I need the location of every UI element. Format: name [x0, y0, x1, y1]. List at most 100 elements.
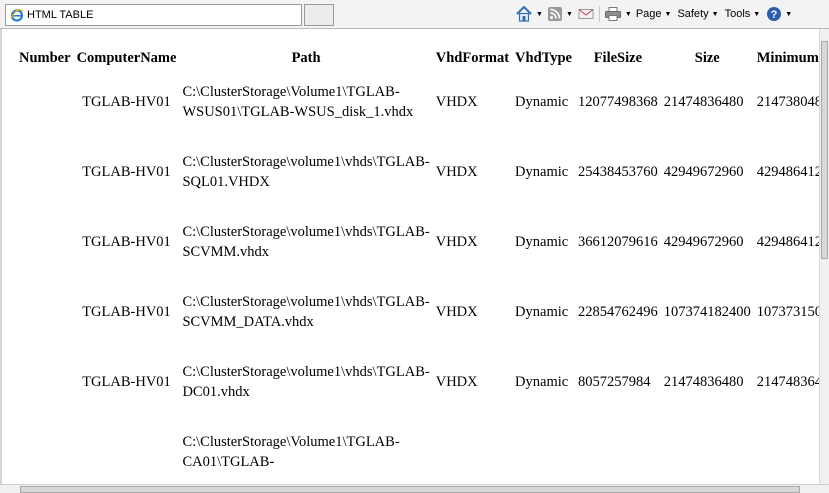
page-content: Number ComputerName Path VhdFormat VhdTy…	[0, 29, 819, 484]
tools-menu-label: Tools	[724, 8, 751, 20]
cell-minimum-size: 42948641280	[756, 233, 819, 250]
cell-number	[16, 67, 74, 137]
cell-file-size: 36612079616	[578, 233, 658, 250]
cell-file-size: 12077498368	[578, 93, 658, 110]
cell-minimum-size: 21473804800	[756, 93, 819, 110]
table-row: C:\ClusterStorage\Volume1\TGLAB-CA01\TGL…	[16, 417, 819, 484]
home-icon	[515, 5, 533, 23]
cell-computer-name: TGLAB-HV01	[82, 373, 171, 390]
print-button[interactable]: ▼	[604, 3, 636, 25]
table-row: TGLAB-HV01 C:\ClusterStorage\volume1\vhd…	[16, 347, 819, 417]
help-button[interactable]: ? ▼	[766, 3, 796, 25]
cell-minimum-size: 42948641280	[756, 163, 819, 180]
column-header-minimumsize: MinimumSize	[756, 49, 819, 66]
cell-computer-name: TGLAB-HV01	[82, 303, 171, 320]
cell-path: C:\ClusterStorage\volume1\vhds\TGLAB-SCV…	[182, 294, 430, 330]
page-menu[interactable]: Page ▼	[636, 3, 676, 25]
cell-computer-name	[74, 417, 180, 484]
print-icon	[604, 6, 622, 22]
feeds-button[interactable]: ▼	[547, 3, 577, 25]
read-mail-icon	[577, 6, 595, 22]
column-header-size: Size	[694, 49, 720, 66]
tab-title: HTML TABLE	[27, 9, 94, 21]
vhd-table: Number ComputerName Path VhdFormat VhdTy…	[16, 49, 819, 484]
cell-vhd-format: VHDX	[435, 233, 478, 250]
column-header-path: Path	[291, 49, 321, 66]
browser-tab[interactable]: HTML TABLE	[5, 4, 302, 26]
cell-vhd-type: Dynamic	[515, 163, 569, 180]
cell-computer-name: TGLAB-HV01	[82, 233, 171, 250]
cell-path: C:\ClusterStorage\volume1\vhds\TGLAB-DC0…	[182, 364, 430, 400]
cell-size: 21474836480	[663, 93, 744, 110]
cell-number	[16, 347, 74, 417]
home-button[interactable]: ▼	[515, 3, 547, 25]
cell-vhd-type: Dynamic	[515, 93, 569, 110]
table-row: TGLAB-HV01 C:\ClusterStorage\Volume1\TGL…	[16, 67, 819, 137]
column-header-filesize: FileSize	[593, 49, 643, 66]
cell-path: C:\ClusterStorage\Volume1\TGLAB-CA01\TGL…	[182, 434, 400, 470]
cell-path: C:\ClusterStorage\volume1\vhds\TGLAB-SCV…	[182, 224, 430, 260]
cell-path: C:\ClusterStorage\volume1\vhds\TGLAB-SQL…	[182, 154, 430, 190]
chevron-down-icon: ▼	[711, 10, 719, 18]
toolbar-divider	[598, 6, 600, 22]
cell-minimum-size: 21474836480	[756, 373, 819, 390]
cell-file-size: 8057257984	[578, 373, 651, 390]
chevron-down-icon[interactable]: ▼	[625, 11, 632, 18]
cell-vhd-format: VHDX	[435, 303, 478, 320]
cell-computer-name: TGLAB-HV01	[82, 93, 171, 110]
chevron-down-icon[interactable]: ▼	[785, 11, 792, 18]
cell-size	[661, 417, 754, 484]
column-header-computername: ComputerName	[76, 49, 177, 66]
command-bar: ▼ ▼ ▼ Page ▼ Safety ▼ Tools ▼ ? ▼	[515, 3, 796, 25]
cell-vhd-format: VHDX	[435, 93, 478, 110]
cell-file-size	[575, 417, 661, 484]
cell-number	[16, 137, 74, 207]
cell-computer-name: TGLAB-HV01	[82, 163, 171, 180]
vertical-scrollbar[interactable]	[819, 29, 829, 484]
ie-logo-icon	[10, 8, 24, 22]
vertical-scrollbar-thumb[interactable]	[821, 41, 828, 259]
cell-vhd-type: Dynamic	[515, 303, 569, 320]
cell-vhd-type: Dynamic	[515, 233, 569, 250]
table-row: TGLAB-HV01 C:\ClusterStorage\volume1\vhd…	[16, 207, 819, 277]
cell-path: C:\ClusterStorage\Volume1\TGLAB-WSUS01\T…	[182, 84, 414, 120]
table-header-row: Number ComputerName Path VhdFormat VhdTy…	[16, 49, 819, 67]
cell-number	[16, 417, 74, 484]
safety-menu[interactable]: Safety ▼	[677, 3, 722, 25]
cell-vhd-format	[433, 417, 512, 484]
cell-vhd-format: VHDX	[435, 163, 478, 180]
cell-minimum-size	[754, 417, 819, 484]
column-header-vhdtype: VhdType	[515, 49, 572, 66]
horizontal-scrollbar-thumb[interactable]	[20, 486, 800, 493]
chevron-down-icon[interactable]: ▼	[566, 11, 573, 18]
chevron-down-icon: ▼	[664, 10, 672, 18]
column-header-number: Number	[19, 49, 71, 66]
page-menu-label: Page	[635, 8, 662, 20]
cell-number	[16, 277, 74, 347]
cell-minimum-size: 107373150720	[756, 303, 819, 320]
browser-toolbar: HTML TABLE ▼ ▼ ▼ Page ▼ Safety ▼ Tools ▼…	[0, 0, 829, 29]
chevron-down-icon[interactable]: ▼	[536, 11, 543, 18]
cell-number	[16, 207, 74, 277]
cell-size: 42949672960	[663, 233, 744, 250]
table-row: TGLAB-HV01 C:\ClusterStorage\volume1\vhd…	[16, 277, 819, 347]
cell-file-size: 25438453760	[578, 163, 658, 180]
column-header-vhdformat: VhdFormat	[435, 49, 510, 66]
tools-menu[interactable]: Tools ▼	[725, 3, 765, 25]
cell-size: 21474836480	[663, 373, 744, 390]
cell-vhd-type: Dynamic	[515, 373, 569, 390]
safety-menu-label: Safety	[677, 8, 709, 20]
help-icon: ?	[766, 6, 782, 22]
cell-size: 107374182400	[663, 303, 751, 320]
rss-feed-icon	[547, 6, 563, 22]
chevron-down-icon: ▼	[753, 10, 761, 18]
read-mail-button[interactable]	[577, 3, 595, 25]
cell-size: 42949672960	[663, 163, 744, 180]
new-tab-button[interactable]	[304, 4, 334, 26]
cell-file-size: 22854762496	[578, 303, 658, 320]
svg-text:?: ?	[771, 9, 778, 21]
cell-vhd-type	[512, 417, 575, 484]
table-row: TGLAB-HV01 C:\ClusterStorage\volume1\vhd…	[16, 137, 819, 207]
horizontal-scrollbar[interactable]	[0, 484, 829, 493]
cell-vhd-format: VHDX	[435, 373, 478, 390]
